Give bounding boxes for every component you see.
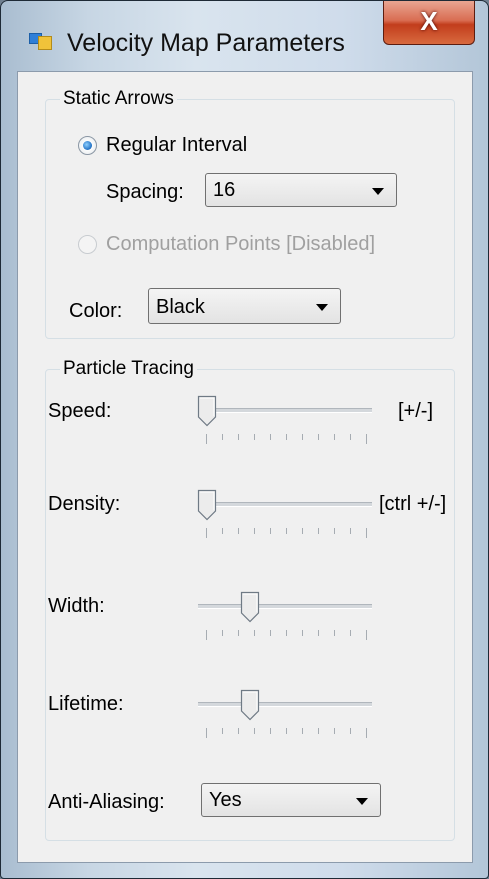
density-label: Density: [48, 493, 121, 515]
slider-tick [334, 528, 335, 534]
slider-tick [238, 528, 239, 534]
anti-aliasing-value: Yes [209, 789, 242, 811]
slider-tick [270, 728, 271, 734]
slider-tick [302, 528, 303, 534]
slider-tick [222, 728, 223, 734]
width-slider-ticks [206, 630, 367, 640]
slider-tick [270, 528, 271, 534]
slider-tick [334, 728, 335, 734]
slider-tick [286, 630, 287, 636]
slider-tick [334, 434, 335, 440]
slider-tick [206, 728, 207, 738]
slider-tick [206, 528, 207, 538]
lifetime-label: Lifetime: [48, 693, 124, 715]
computation-points-label: Computation Points [Disabled] [106, 233, 376, 255]
slider-tick [302, 630, 303, 636]
lifetime-slider-track[interactable] [198, 702, 372, 707]
chevron-down-icon [372, 188, 384, 195]
chevron-down-icon [356, 798, 368, 805]
speed-slider-ticks [206, 434, 367, 444]
slider-tick [238, 630, 239, 636]
slider-tick [366, 630, 367, 640]
app-icon [29, 33, 52, 51]
slider-tick [334, 630, 335, 636]
color-dropdown[interactable]: Black [148, 288, 341, 324]
slider-tick [254, 728, 255, 734]
slider-tick [254, 528, 255, 534]
slider-tick [350, 434, 351, 440]
slider-tick [270, 630, 271, 636]
width-label: Width: [48, 595, 105, 617]
slider-tick [286, 728, 287, 734]
color-value: Black [156, 296, 205, 318]
speed-label: Speed: [48, 400, 112, 422]
slider-tick [350, 728, 351, 734]
spacing-label: Spacing: [106, 181, 184, 203]
speed-slider-thumb[interactable] [197, 395, 217, 427]
color-label: Color: [69, 300, 123, 322]
slider-tick [318, 528, 319, 534]
slider-tick [286, 434, 287, 440]
slider-tick [366, 434, 367, 444]
static-arrows-group-label: Static Arrows [60, 87, 177, 111]
slider-tick [222, 434, 223, 440]
slider-tick [238, 434, 239, 440]
chevron-down-icon [316, 304, 328, 311]
speed-slider-track[interactable] [198, 408, 372, 413]
regular-interval-radio[interactable] [78, 136, 97, 155]
slider-tick [318, 728, 319, 734]
slider-tick [302, 728, 303, 734]
lifetime-slider-thumb[interactable] [240, 689, 260, 721]
slider-tick [366, 728, 367, 738]
density-slider-ticks [206, 528, 367, 538]
slider-tick [238, 728, 239, 734]
slider-tick [270, 434, 271, 440]
particle-tracing-group-label: Particle Tracing [60, 357, 197, 381]
close-button[interactable]: X [383, 1, 475, 45]
density-slider-track[interactable] [198, 502, 372, 507]
density-slider-thumb[interactable] [197, 489, 217, 521]
slider-tick [206, 630, 207, 640]
slider-tick [350, 630, 351, 636]
slider-tick [318, 434, 319, 440]
slider-tick [254, 630, 255, 636]
slider-tick [350, 528, 351, 534]
slider-tick [254, 434, 255, 440]
slider-tick [222, 630, 223, 636]
slider-tick [302, 434, 303, 440]
dialog-content: Static Arrows Regular Interval Spacing: … [17, 71, 473, 863]
density-hint: [ctrl +/-] [379, 493, 447, 515]
close-icon: X [420, 6, 438, 36]
regular-interval-label[interactable]: Regular Interval [106, 133, 247, 157]
anti-aliasing-dropdown[interactable]: Yes [201, 783, 381, 817]
slider-tick [286, 528, 287, 534]
anti-aliasing-label: Anti-Aliasing: [48, 791, 165, 813]
width-slider-thumb[interactable] [240, 591, 260, 623]
lifetime-slider-ticks [206, 728, 367, 738]
window-title: Velocity Map Parameters [67, 29, 345, 57]
speed-hint: [+/-] [398, 400, 434, 422]
slider-tick [318, 630, 319, 636]
computation-points-radio[interactable] [78, 235, 97, 254]
slider-tick [222, 528, 223, 534]
slider-tick [366, 528, 367, 538]
width-slider-track[interactable] [198, 604, 372, 609]
spacing-value: 16 [213, 179, 236, 201]
spacing-dropdown[interactable]: 16 [205, 173, 397, 207]
title-bar[interactable]: Velocity Map Parameters X [1, 1, 488, 73]
dialog-window: Velocity Map Parameters X Static Arrows … [0, 0, 489, 879]
slider-tick [206, 434, 207, 444]
